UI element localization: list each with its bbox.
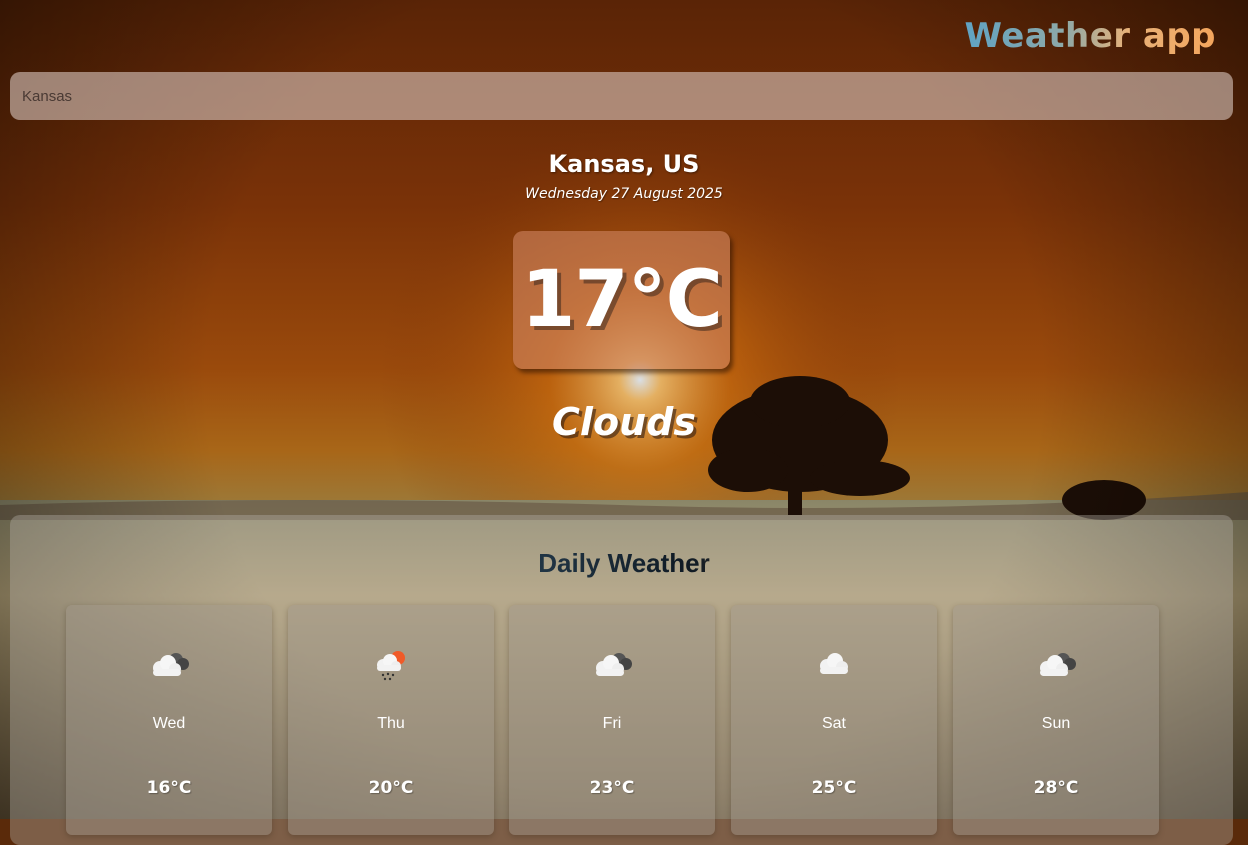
current-temperature-card: 17°C — [513, 231, 730, 369]
daily-forecast-title: Daily Weather — [0, 548, 1248, 579]
forecast-card: Thu 20°C — [288, 605, 494, 835]
location-name: Kansas, US — [548, 150, 700, 178]
forecast-temp: 16°C — [146, 778, 192, 798]
forecast-day: Thu — [377, 715, 405, 732]
forecast-day: Fri — [602, 715, 622, 732]
forecast-card: Wed 16°C — [66, 605, 272, 835]
forecast-day: Sat — [821, 715, 846, 732]
broken-clouds-icon — [509, 649, 715, 679]
forecast-temp: 20°C — [368, 778, 414, 798]
rain-sun-icon — [288, 649, 494, 683]
forecast-card: Fri 23°C — [509, 605, 715, 835]
forecast-temp: 25°C — [811, 778, 857, 798]
broken-clouds-icon — [953, 649, 1159, 679]
forecast-day: Sun — [1041, 715, 1071, 732]
app-title: Weather app — [964, 16, 1216, 56]
forecast-card: Sun 28°C — [953, 605, 1159, 835]
forecast-temp: 23°C — [589, 778, 635, 798]
cloud-icon — [731, 649, 937, 677]
forecast-temp: 28°C — [1033, 778, 1079, 798]
city-search-input[interactable] — [10, 72, 1233, 120]
forecast-card: Sat 25°C — [731, 605, 937, 835]
forecast-day: Wed — [152, 715, 186, 732]
weather-condition: Clouds — [552, 400, 696, 444]
current-temperature: 17°C — [521, 255, 723, 345]
current-date: Wednesday 27 August 2025 — [525, 186, 723, 202]
broken-clouds-icon — [66, 649, 272, 679]
